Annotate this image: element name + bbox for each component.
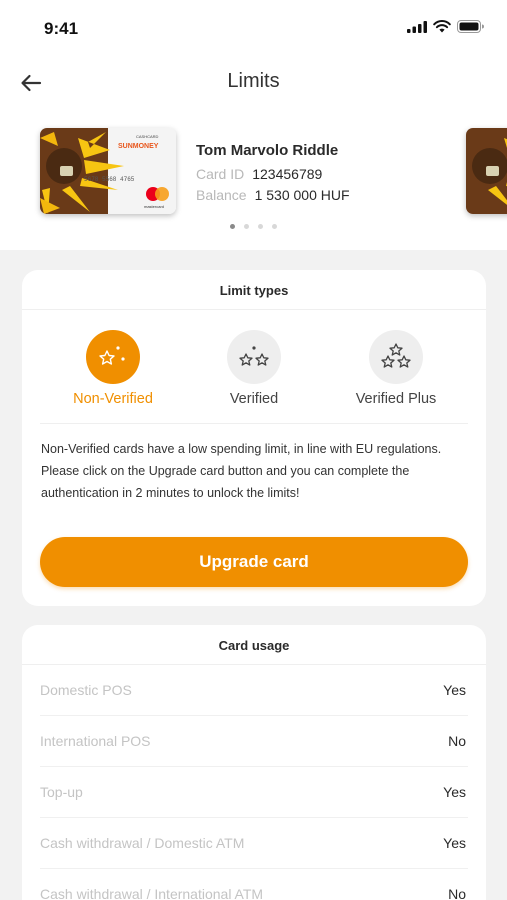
limit-types-title: Limit types (22, 270, 486, 310)
page-title: Limits (227, 70, 280, 92)
limit-tier-selector: Non-Verified Verified Verified Plus (22, 330, 486, 410)
card-balance-label: Balance (196, 187, 247, 203)
tier-non-verified[interactable]: Non-Verified (53, 330, 173, 407)
card-id-row: Card ID 123456789 (196, 166, 322, 182)
pager-dot[interactable] (244, 224, 249, 229)
usage-label: International POS (40, 733, 151, 749)
signal-icon (407, 20, 427, 33)
status-icons (407, 20, 485, 33)
card-usage-title: Card usage (22, 625, 486, 665)
limit-types-panel: Limit types Non-Verified Verified Verifi… (22, 270, 486, 606)
two-stars-icon (239, 346, 269, 366)
card-brand: SUNMONEY (118, 143, 159, 150)
carousel-pager (230, 224, 277, 229)
tier-verified[interactable]: Verified (194, 330, 314, 407)
header: Limits (0, 58, 507, 110)
tier-icon-circle (369, 330, 423, 384)
usage-label: Domestic POS (40, 682, 132, 698)
card-top-label: CASHCARD (136, 134, 159, 139)
usage-label: Cash withdrawal / Domestic ATM (40, 835, 245, 851)
usage-value: No (448, 886, 466, 900)
card-number: 5678 5568 4765 (84, 176, 135, 183)
usage-row: Cash withdrawal / Domestic ATM Yes (40, 818, 468, 869)
usage-value: Yes (443, 835, 466, 851)
card-network: mastercard (144, 204, 164, 209)
limit-description: Non-Verified cards have a low spending l… (41, 442, 442, 500)
card-usage-panel: Card usage Domestic POS Yes Internationa… (22, 625, 486, 900)
status-time: 9:41 (44, 19, 79, 38)
tier-verified-plus[interactable]: Verified Plus (336, 330, 456, 407)
wifi-icon (433, 20, 451, 33)
tier-label: Verified (229, 391, 279, 407)
next-card-image[interactable] (466, 128, 507, 214)
divider (40, 423, 468, 424)
card-image[interactable]: SUNMONEY CASHCARD 5678 5568 4765 masterc… (40, 128, 176, 214)
tier-icon-circle (227, 330, 281, 384)
three-stars-icon (381, 343, 411, 368)
usage-row: International POS No (40, 716, 468, 767)
usage-value: No (448, 733, 466, 749)
usage-label: Top-up (40, 784, 83, 800)
card-balance-value: 1 530 000 HUF (254, 187, 350, 203)
usage-row: Top-up Yes (40, 767, 468, 818)
usage-label: Cash withdrawal / International ATM (40, 886, 264, 900)
pager-dot[interactable] (272, 224, 277, 229)
card-id-value: 123456789 (252, 166, 323, 182)
usage-value: Yes (443, 682, 466, 698)
card-balance-row: Balance 1 530 000 HUF (196, 187, 350, 203)
tier-label: Non-Verified (73, 391, 153, 407)
pager-dot[interactable] (258, 224, 263, 229)
status-bar: 9:41 (0, 0, 507, 58)
one-star-icon (99, 346, 125, 365)
card-id-label: Card ID (196, 166, 245, 182)
upgrade-card-button[interactable]: Upgrade card (40, 537, 468, 587)
tier-label: Verified Plus (355, 391, 437, 407)
pager-dot[interactable] (230, 224, 235, 229)
usage-row: Cash withdrawal / International ATM No (40, 869, 468, 900)
card-holder-name: Tom Marvolo Riddle (196, 142, 339, 159)
battery-icon (457, 20, 484, 33)
usage-value: Yes (443, 784, 466, 800)
usage-row: Domestic POS Yes (40, 665, 468, 716)
tier-icon-circle (86, 330, 140, 384)
card-carousel[interactable]: SUNMONEY CASHCARD 5678 5568 4765 masterc… (0, 110, 507, 250)
